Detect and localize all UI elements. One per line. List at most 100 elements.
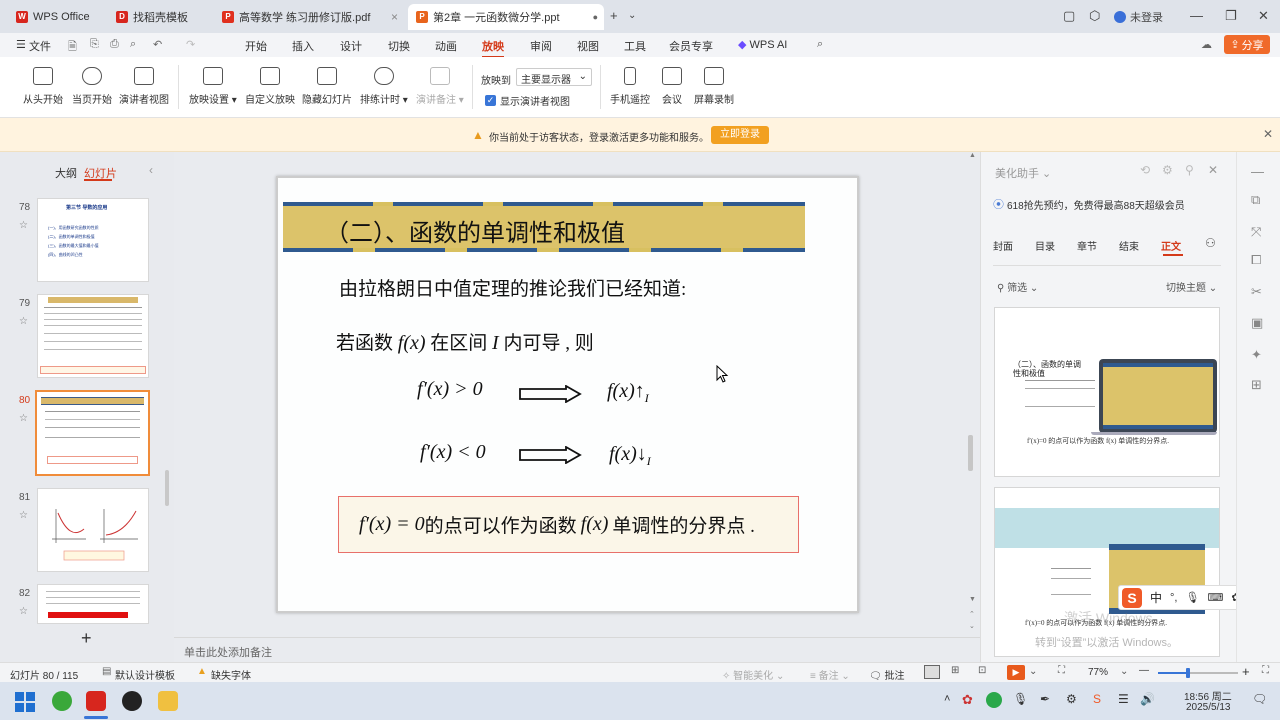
from-start-button[interactable]: 从头开始 xyxy=(23,67,63,106)
clock-time[interactable]: 18:56 周二 xyxy=(1184,688,1232,703)
collapse-icon[interactable]: ‹ xyxy=(149,163,153,177)
preview-icon[interactable]: ⌕ xyxy=(130,38,136,51)
zoom-out-icon[interactable]: — xyxy=(1139,665,1149,676)
meeting-button[interactable]: 会议 xyxy=(662,67,682,106)
close-icon[interactable]: ✕ xyxy=(1263,127,1273,141)
menu-slideshow[interactable]: 放映 xyxy=(482,38,504,58)
custom-show-button[interactable]: 自定义放映 xyxy=(245,67,295,106)
scroll-up-icon[interactable]: ▲ xyxy=(969,152,976,160)
menu-home[interactable]: 开始 xyxy=(245,38,267,54)
from-current-button[interactable]: 当页开始 xyxy=(72,67,112,106)
tab-wps-home[interactable]: W WPS Office xyxy=(8,4,108,30)
template-card[interactable]: （二）、函数的单调性和极值 f′(x)=0 的点可以作为函数 f(x) 单调性的… xyxy=(994,307,1220,477)
zoom-slider-handle[interactable] xyxy=(1186,668,1190,678)
window-icon[interactable]: ▢ xyxy=(1063,8,1075,24)
minimize-icon[interactable]: — xyxy=(1190,8,1203,23)
switch-theme-button[interactable]: 切换主题 ⌄ xyxy=(1166,279,1217,294)
slide-thumb-82[interactable] xyxy=(37,584,149,624)
restore-icon[interactable]: ❐ xyxy=(1225,8,1237,24)
dot-icon[interactable]: ● xyxy=(593,12,598,22)
monitor-select[interactable]: 主要显示器 ⌄ xyxy=(516,68,592,86)
slide-thumb-80[interactable] xyxy=(35,390,150,476)
wps-app-icon[interactable] xyxy=(86,691,106,711)
phone-remote-button[interactable]: 手机遥控 xyxy=(610,67,650,106)
menu-tools[interactable]: 工具 xyxy=(624,38,646,54)
menu-wps-ai[interactable]: ◆ WPS AI xyxy=(738,38,787,52)
tray-icon[interactable]: ✿ xyxy=(962,692,973,708)
app-icon[interactable] xyxy=(122,691,142,711)
tools-icon[interactable]: ✂ xyxy=(1251,284,1262,300)
tab-pdf[interactable]: P 高等数学 练习册修订版.pdf × xyxy=(214,4,406,30)
copy-icon[interactable]: ⧠ xyxy=(1251,252,1261,268)
slideshow-settings-button[interactable]: 放映设置 ▾ xyxy=(189,67,237,106)
zoom-in-icon[interactable]: + xyxy=(1242,664,1250,679)
template-name[interactable]: 默认设计模板 xyxy=(115,667,175,682)
menu-member[interactable]: 会员专享 xyxy=(669,38,713,54)
tab-templates[interactable]: D 找稻壳模板 xyxy=(108,4,212,30)
menu-view[interactable]: 视图 xyxy=(577,38,599,54)
scrollbar-thumb[interactable] xyxy=(968,435,973,471)
redo-icon[interactable]: ↷ xyxy=(186,38,195,51)
tab-body[interactable]: 正文 xyxy=(1161,238,1181,253)
star-icon[interactable]: ☆ xyxy=(19,220,28,231)
sogou-tray-icon[interactable]: S xyxy=(1093,692,1101,706)
filter-button[interactable]: ⚲ 筛选 ⌄ xyxy=(997,279,1038,294)
reading-view-icon[interactable]: ⊡ xyxy=(978,665,986,676)
scrollbar-thumb[interactable] xyxy=(165,470,169,506)
fullscreen-icon[interactable]: ⛶ xyxy=(1262,665,1269,676)
refresh-icon[interactable]: ⟲ xyxy=(1140,163,1150,177)
network-icon[interactable]: ☰ xyxy=(1118,692,1129,706)
zoom-level[interactable]: 77% xyxy=(1088,667,1108,678)
keyboard-icon[interactable]: ⌨ xyxy=(1207,591,1223,604)
cloud-icon[interactable]: ☁ xyxy=(1201,38,1212,51)
pin-icon[interactable]: ⚲ xyxy=(1185,163,1194,177)
smart-beautify-button[interactable]: ✧ 智能美化 ⌄ xyxy=(722,667,784,682)
menu-animation[interactable]: 动画 xyxy=(435,38,457,54)
volume-icon[interactable]: 🔊 xyxy=(1140,692,1155,706)
slide-thumb-79[interactable] xyxy=(37,294,149,378)
close-window-icon[interactable]: ✕ xyxy=(1258,8,1269,24)
tab-cover[interactable]: 封面 xyxy=(993,238,1013,253)
hamburger-icon[interactable]: ☰ xyxy=(16,38,26,51)
user-icon[interactable]: ⚇ xyxy=(1205,236,1216,250)
login-button[interactable]: 未登录 xyxy=(1114,9,1163,25)
save-icon[interactable]: 🗎 xyxy=(68,38,77,57)
new-tab-icon[interactable]: + xyxy=(610,8,618,23)
undo-icon[interactable]: ↶ xyxy=(153,38,162,51)
star-icon[interactable]: ☆ xyxy=(19,316,28,327)
settings-icon[interactable]: ⚙ xyxy=(1162,163,1173,177)
clock-date[interactable]: 2025/5/13 xyxy=(1186,702,1231,713)
chevron-down-icon[interactable]: ⌄ xyxy=(628,10,636,21)
tab-chapter[interactable]: 章节 xyxy=(1077,238,1097,253)
notes-area[interactable]: 单击此处添加备注 xyxy=(174,637,980,662)
menu-design[interactable]: 设计 xyxy=(340,38,362,54)
sorter-view-icon[interactable]: ⊞ xyxy=(951,665,959,676)
play-slideshow-icon[interactable]: ▶ xyxy=(1007,665,1025,680)
minus-icon[interactable]: — xyxy=(1251,164,1264,179)
layers-icon[interactable]: ⧉ xyxy=(1251,192,1260,208)
share-button[interactable]: ⇪ 分享 xyxy=(1224,35,1270,54)
slide-thumb-81[interactable] xyxy=(37,488,149,572)
speaker-notes-button[interactable]: 演讲备注 ▾ xyxy=(416,67,464,106)
export-icon[interactable]: ⎘ xyxy=(90,38,99,51)
mic-icon[interactable]: 🎙 xyxy=(1185,591,1199,604)
tray-icon[interactable] xyxy=(986,692,1002,708)
scroll-down-icon[interactable]: ▼ xyxy=(969,596,976,603)
pen-icon[interactable]: ✒ xyxy=(1040,692,1050,706)
cube-icon[interactable]: ⬡ xyxy=(1089,8,1100,24)
star-icon[interactable]: ☆ xyxy=(19,413,28,424)
chevron-down-icon[interactable]: ⌄ xyxy=(1029,666,1037,677)
tab-ppt[interactable]: P 第2章 一元函数微分学.ppt ● xyxy=(408,4,604,30)
slide-thumb-78[interactable]: 第三节 导数的应用 (一)、用函数研究函数的性质 (二)、函数的单调性和极值 (… xyxy=(37,198,149,282)
close-icon[interactable]: ✕ xyxy=(1208,163,1218,177)
animation-icon[interactable]: ✦ xyxy=(1251,347,1262,363)
page-up-icon[interactable]: ⌃ xyxy=(969,610,975,618)
notification-icon[interactable]: 🗨 xyxy=(1252,692,1267,706)
ime-language[interactable]: 中 xyxy=(1150,589,1162,606)
star-icon[interactable]: ☆ xyxy=(19,510,28,521)
presenter-view-button[interactable]: 演讲者视图 xyxy=(119,67,169,106)
screen-record-button[interactable]: 屏幕录制 xyxy=(694,67,734,106)
print-icon[interactable]: ⎙ xyxy=(110,38,119,51)
image-icon[interactable]: ▣ xyxy=(1251,315,1263,331)
menu-insert[interactable]: 插入 xyxy=(292,38,314,54)
